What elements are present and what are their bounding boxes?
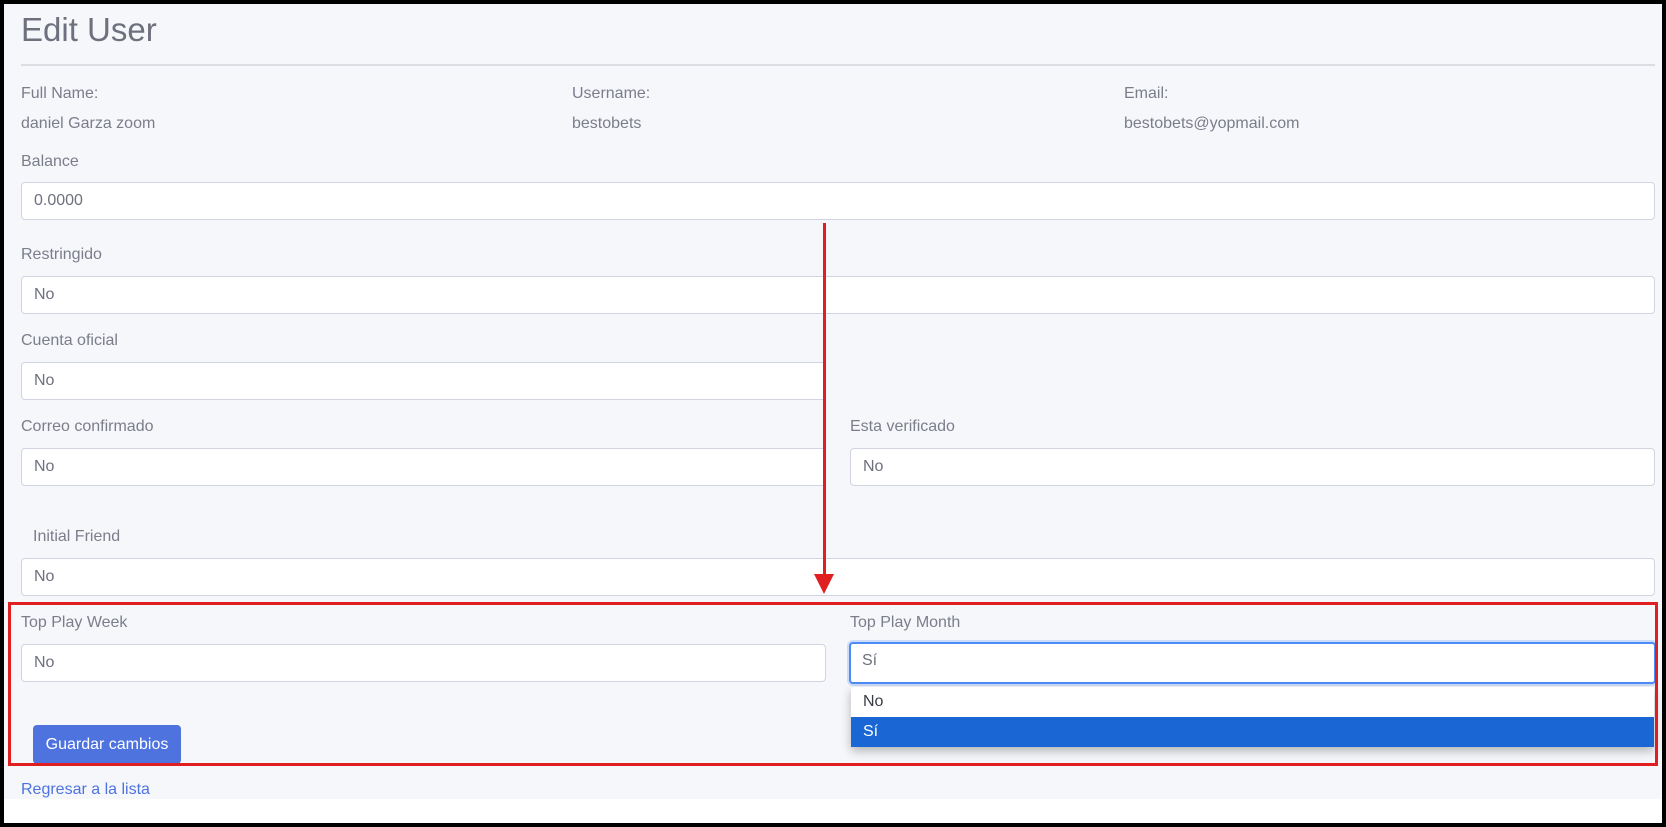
email-value: bestobets@yopmail.com (1124, 115, 1300, 132)
annotation-arrow-head (814, 574, 834, 594)
username-label: Username: (572, 85, 651, 102)
cuenta-oficial-label: Cuenta oficial (21, 332, 118, 349)
annotation-arrow-line (823, 223, 826, 576)
email-label: Email: (1124, 85, 1169, 102)
restringido-select[interactable]: No (21, 276, 1655, 314)
initial-friend-select[interactable]: No (21, 558, 1655, 596)
full-name-value: daniel Garza zoom (21, 115, 156, 132)
cuenta-oficial-select[interactable]: No (21, 362, 826, 400)
initial-friend-label: Initial Friend (33, 528, 121, 545)
username-value: bestobets (572, 115, 642, 132)
back-to-list-link[interactable]: Regresar a la lista (21, 780, 150, 800)
correo-confirmado-select[interactable]: No (21, 448, 826, 486)
annotation-highlight-box (8, 602, 1658, 766)
title-divider (21, 64, 1655, 66)
balance-label: Balance (21, 153, 79, 170)
esta-verificado-select[interactable]: No (850, 448, 1655, 486)
esta-verificado-label: Esta verificado (850, 418, 955, 435)
correo-confirmado-label: Correo confirmado (21, 418, 154, 435)
full-name-label: Full Name: (21, 85, 99, 102)
restringido-label: Restringido (21, 246, 102, 263)
balance-input[interactable]: 0.0000 (21, 182, 1655, 220)
page-title: Edit User (21, 11, 157, 48)
